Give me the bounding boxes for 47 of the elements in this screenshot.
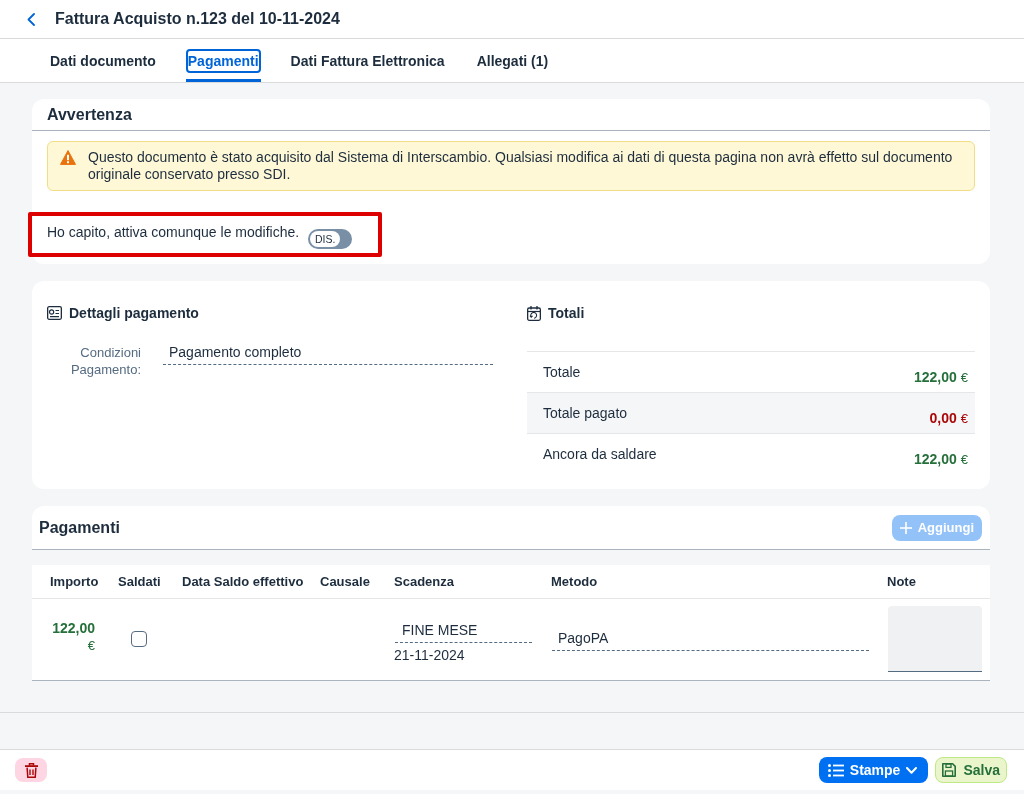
notes-field[interactable] [888, 606, 982, 672]
id-card-icon [47, 306, 62, 320]
toggle-switch[interactable]: DIS. [308, 229, 353, 249]
trash-icon [24, 762, 38, 778]
payment-terms-field[interactable]: Pagamento completo [163, 344, 493, 365]
currency-text: € [960, 451, 968, 469]
totals-label: Ancora da saldare [543, 445, 657, 464]
delete-button[interactable] [15, 758, 47, 782]
checkbox[interactable] [131, 631, 147, 647]
tab[interactable]: Allegati (1) [474, 39, 551, 82]
field-label: Condizioni Pagamento: [69, 344, 141, 378]
column-header: Metodo [551, 573, 598, 590]
tab[interactable]: Dati Fattura Elettronica [288, 39, 447, 82]
column-header: Scadenza [394, 573, 454, 590]
payment-method-field[interactable]: PagoPA [552, 628, 869, 651]
plus-icon [899, 521, 912, 534]
column-header: Saldati [118, 573, 161, 590]
print-menu-button[interactable]: Stampe [818, 757, 929, 783]
section-title: Avvertenza [32, 99, 990, 131]
totals-label: Totale [543, 363, 581, 382]
section-title: Dettagli pagamento [69, 305, 199, 321]
column-header: Note [887, 573, 916, 590]
amount-text: 122,00 [913, 368, 957, 386]
column-header: Data Saldo effettivo [182, 573, 304, 590]
chevron-left-icon [27, 12, 35, 26]
calendar-icon [527, 305, 541, 321]
amount-text: 122,00 [52, 620, 95, 637]
page-title: Fattura Acquisto n.123 del 10-11-2024 [55, 9, 340, 29]
list-icon [827, 763, 844, 777]
amount-text: 0,00 [929, 409, 957, 427]
tab[interactable]: Dati documento [48, 39, 158, 82]
currency-text: € [960, 369, 968, 387]
column-header: Causale [320, 573, 370, 590]
message-text: Questo documento è stato acquisito dal Sistema di Interscambio. Qualsiasi modifica ai dati di questa pagina non avrà effetto sul documento originale conservato presso SDI. [88, 149, 954, 183]
currency-text: € [87, 637, 95, 654]
column-header: Importo [50, 573, 99, 590]
amount-text: 122,00 [913, 450, 957, 468]
due-date-text: 21-11-2024 [394, 647, 466, 664]
currency-text: € [960, 410, 968, 428]
chevron-down-icon [906, 766, 918, 774]
warning-icon [60, 150, 76, 165]
section-title: Totali [548, 305, 585, 321]
confirm-label: Ho capito, attiva comunque le modifiche. [47, 223, 300, 241]
due-term-field[interactable]: FINE MESE [395, 620, 532, 643]
section-title: Pagamenti [39, 517, 120, 538]
save-button[interactable]: Salva [935, 757, 1007, 783]
totals-label: Totale pagato [543, 404, 628, 423]
